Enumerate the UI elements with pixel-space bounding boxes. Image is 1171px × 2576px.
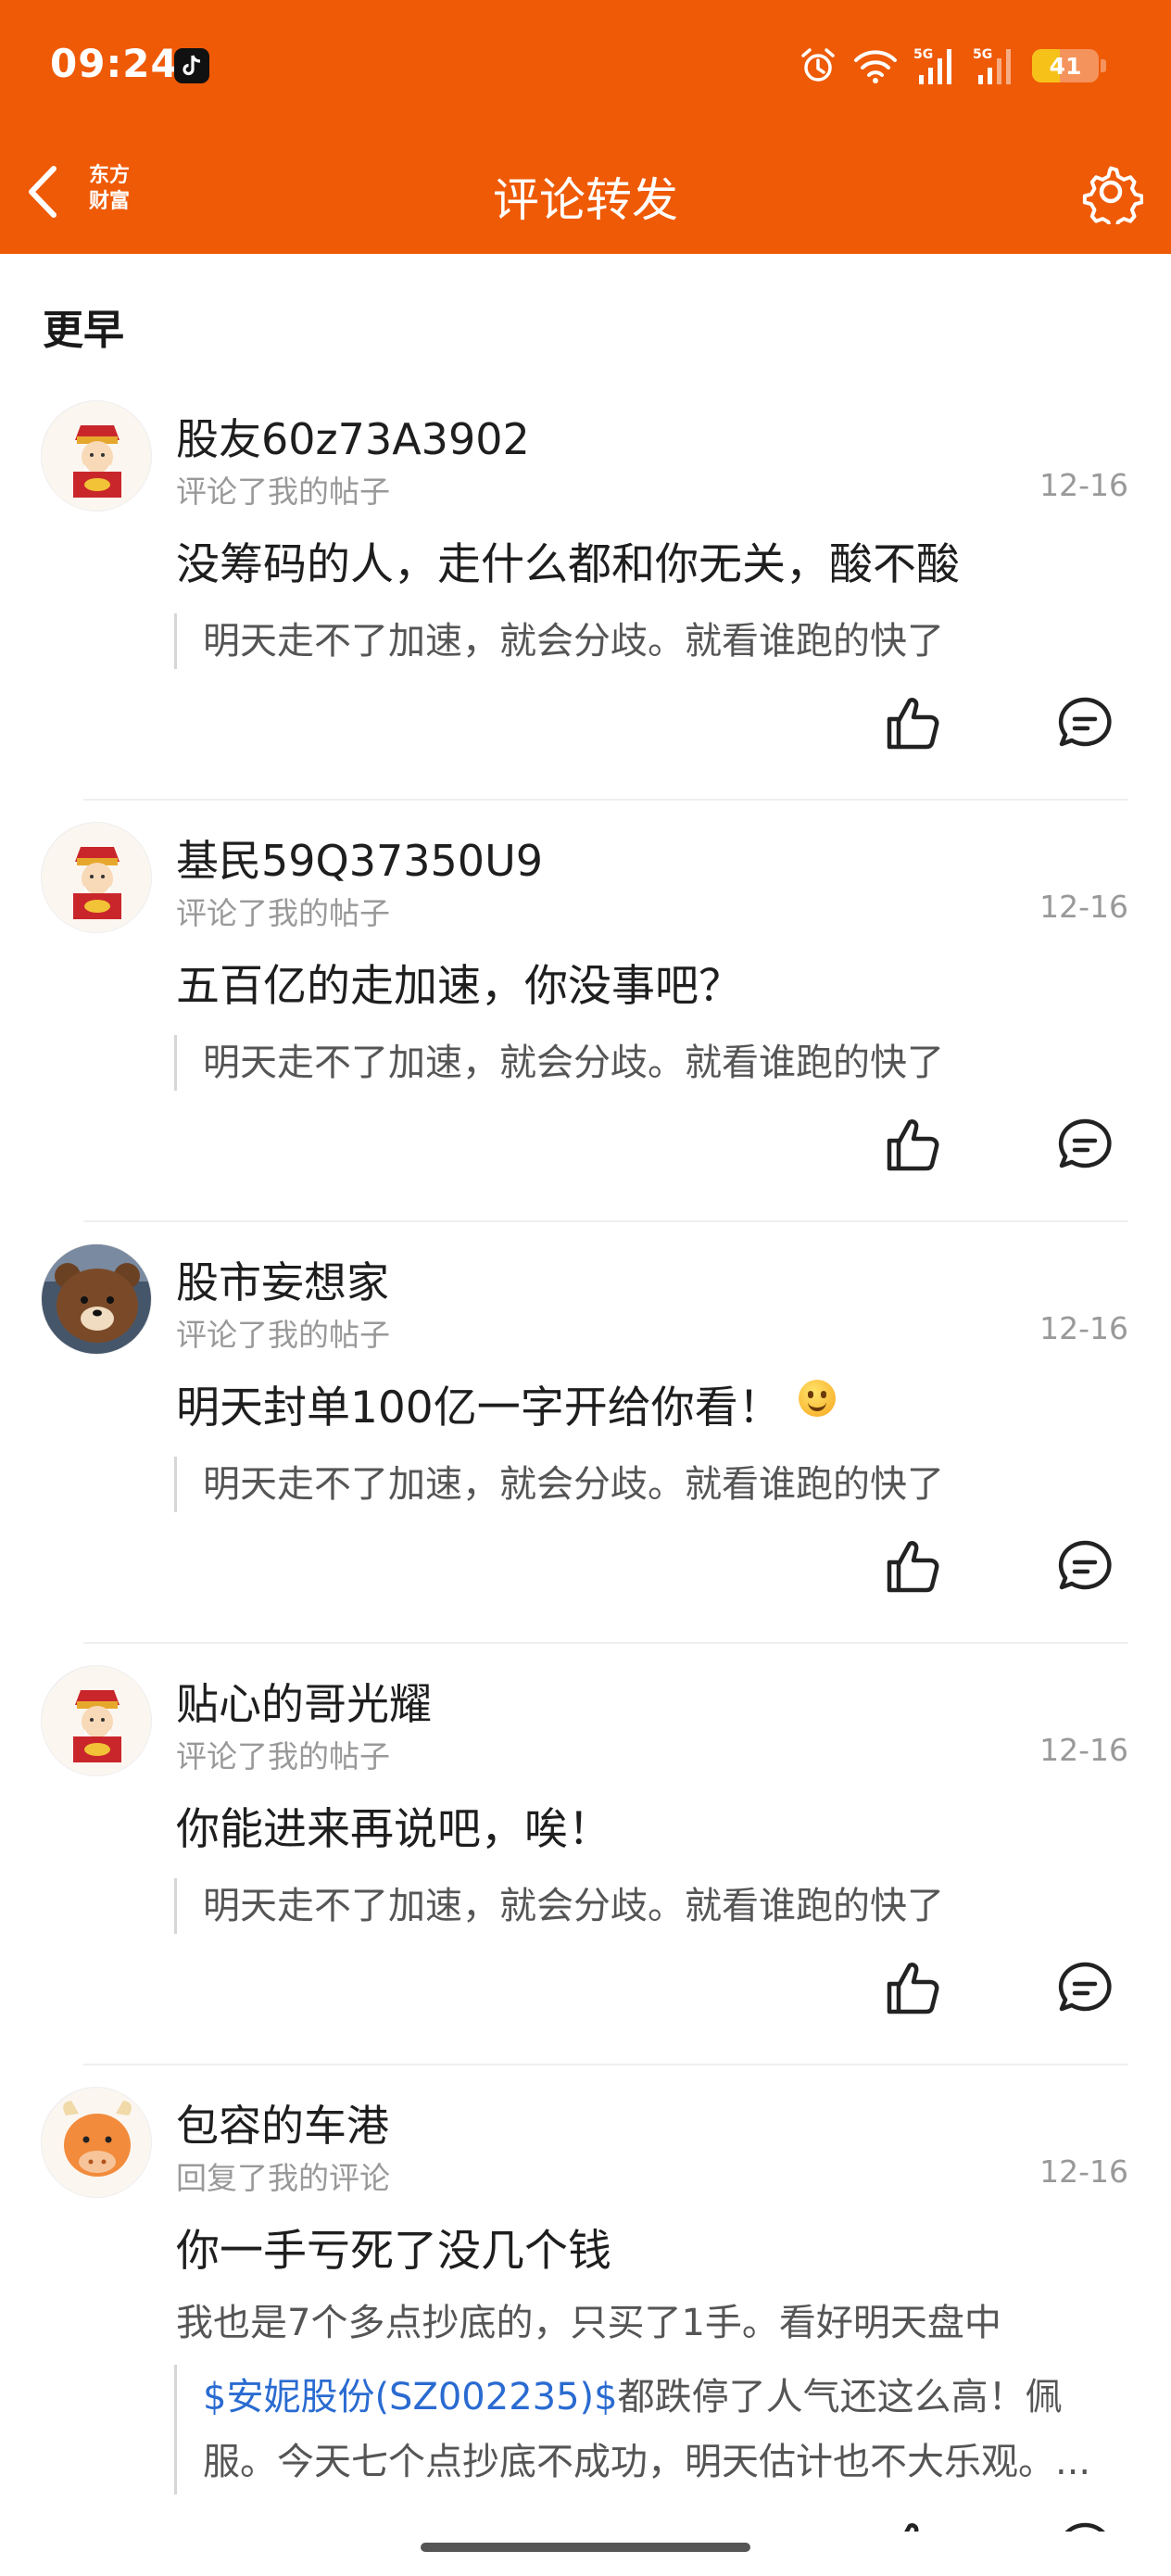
like-button[interactable] [884,1115,943,1174]
comment-icon [1064,2522,1105,2532]
section-title: 更早 [43,307,124,354]
action-text: 评论了我的帖子 [176,1738,390,1774]
item-divider [83,1220,1128,1222]
like-button[interactable] [884,693,943,752]
quoted-post[interactable]: 明天走不了加速，就会分歧。就看谁跑的快了 [174,613,944,669]
page-title: 评论转发 [493,173,678,227]
like-button[interactable] [884,2519,943,2532]
battery-tip [1101,59,1106,72]
battery-percent: 41 [1049,53,1082,80]
date-label: 12-16 [1039,467,1128,503]
like-button[interactable] [884,1958,943,2017]
settings-button[interactable] [1078,159,1144,231]
comment-text[interactable]: 没筹码的人，走什么都和你无关，酸不酸 [176,528,960,592]
reply-button[interactable] [1056,1117,1114,1174]
thumbs-up-icon [887,1963,939,2014]
thumbs-up-icon [904,2523,919,2532]
date-label: 12-16 [1039,1310,1128,1346]
action-text: 评论了我的帖子 [176,474,390,510]
comment-text[interactable]: 你一手亏死了没几个钱 [176,2215,611,2279]
gear-icon [1082,166,1144,231]
reply-button[interactable] [1056,1538,1114,1596]
username[interactable]: 包容的车港 [176,2092,389,2153]
wifi-icon [854,50,897,83]
notification-item[interactable]: 基民59Q37350U9 评论了我的帖子 12-16 五百亿的走加速，你没事吧？… [0,822,1171,1244]
my-comment-text[interactable]: 我也是7个多点抄底的，只买了1手。看好明天盘中 [176,2292,1001,2346]
date-label: 12-16 [1039,1732,1128,1768]
signal-5g-icon: 5G [913,47,951,84]
comment-text[interactable]: 明天封单100亿一字开给你看！ [176,1371,836,1435]
quoted-post[interactable]: 明天走不了加速，就会分歧。就看谁跑的快了 [174,1035,944,1091]
network-label-2: 5G [973,47,992,62]
network-label-1: 5G [913,47,933,62]
caishen-avatar[interactable] [41,822,152,933]
thumbs-up-icon [887,1119,939,1171]
thumbs-up-icon [887,1541,939,1593]
action-text: 回复了我的评论 [176,2160,390,2196]
quote-text-1: 都跌停了人气还这么高！佩 [617,2376,1063,2418]
signal-5g-icon-2: 5G [973,47,1011,84]
reply-button[interactable] [1056,2520,1114,2532]
status-icons: 5G 5G 41 [799,44,1106,87]
caishen-avatar[interactable] [41,1665,152,1776]
home-indicator[interactable] [421,2543,750,2552]
comment-icon [1058,1962,1112,2012]
username[interactable]: 股市妄想家 [176,1249,389,1310]
notification-item[interactable]: 股友60z73A3902 评论了我的帖子 12-16 没筹码的人，走什么都和你无… [0,400,1171,822]
tiktok-notification-icon [174,48,209,83]
date-label: 12-16 [1039,2153,1128,2190]
username[interactable]: 贴心的哥光耀 [176,1671,432,1732]
smiley-emoji-icon [798,1380,836,1417]
ox-avatar[interactable] [41,2087,152,2198]
item-divider [83,799,1128,801]
bear-avatar[interactable] [41,1244,152,1355]
date-label: 12-16 [1039,889,1128,925]
comment-icon [1058,1540,1112,1590]
action-text: 评论了我的帖子 [176,1317,390,1353]
notification-item[interactable]: 包容的车港 回复了我的评论 12-16 你一手亏死了没几个钱 我也是7个多点抄底… [0,2087,1171,2532]
username[interactable]: 股友60z73A3902 [176,406,530,467]
battery-icon: 41 [1032,49,1099,82]
comment-text[interactable]: 五百亿的走加速，你没事吧？ [176,950,742,1014]
comment-icon [1058,697,1112,747]
comment-text[interactable]: 你能进来再说吧，唉！ [176,1793,611,1857]
notification-item[interactable]: 贴心的哥光耀 评论了我的帖子 12-16 你能进来再说吧，唉！ 明天走不了加速，… [0,1665,1171,2087]
item-divider [83,2064,1128,2065]
item-divider [83,1642,1128,1644]
status-time: 09:24 [50,41,179,86]
status-bar: 09:24 5G 5G 41 [0,0,1171,139]
alarm-icon [801,48,835,82]
quote-line-1: $安妮股份(SZ002235)$都跌停了人气还这么高！佩 [203,2365,1128,2430]
quoted-post[interactable]: $安妮股份(SZ002235)$都跌停了人气还这么高！佩 服。今天七个点抄底不成… [174,2365,1128,2494]
reply-button[interactable] [1056,1960,1114,2017]
action-text: 评论了我的帖子 [176,895,390,931]
stock-link[interactable]: $安妮股份(SZ002235)$ [203,2376,618,2418]
quoted-post[interactable]: 明天走不了加速，就会分歧。就看谁跑的快了 [174,1457,944,1512]
username[interactable]: 基民59Q37350U9 [176,827,543,889]
quoted-post[interactable]: 明天走不了加速，就会分歧。就看谁跑的快了 [174,1878,944,1934]
quote-line-2: 服。今天七个点抄底不成功，明天估计也不大乐观。... [203,2441,1091,2483]
caishen-avatar[interactable] [41,400,152,511]
reply-button[interactable] [1056,695,1114,752]
comment-icon [1058,1118,1112,1168]
notification-item[interactable]: 股市妄想家 评论了我的帖子 12-16 明天封单100亿一字开给你看！ 明天走不… [0,1244,1171,1665]
comment-text-content: 明天封单100亿一字开给你看！ [176,1383,782,1433]
like-button[interactable] [884,1536,943,1596]
thumbs-up-icon [887,698,939,750]
navigation-bar: 东方 财富 评论转发 [0,139,1171,254]
top-header: 09:24 5G 5G 41 东方 财富 评论转发 [0,0,1171,254]
